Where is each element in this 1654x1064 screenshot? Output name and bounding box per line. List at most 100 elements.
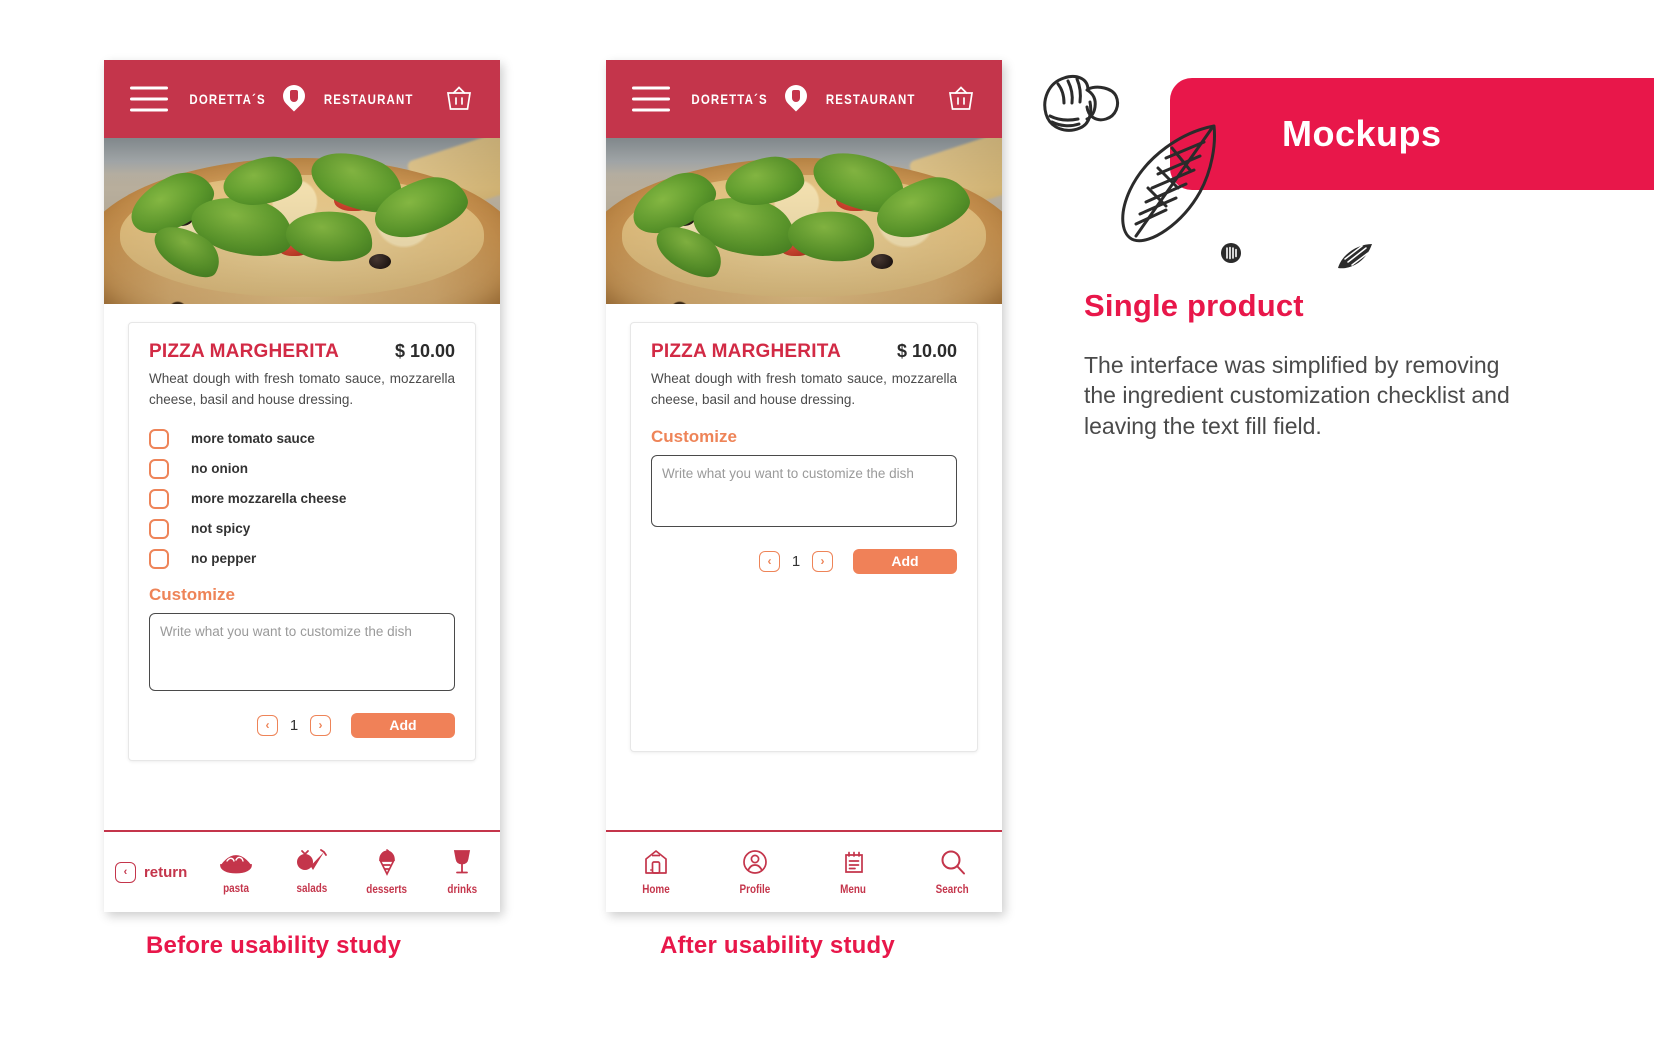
- app-header-after: DORETTA´S RESTAURANT: [606, 60, 1002, 138]
- seed-sketch-icon: [1218, 240, 1244, 271]
- customize-input[interactable]: Write what you want to customize the dis…: [651, 454, 957, 527]
- option-checkbox[interactable]: [149, 518, 169, 539]
- quantity-increment-button[interactable]: ›: [310, 714, 331, 736]
- hamburger-menu-icon[interactable]: [632, 86, 670, 112]
- tomato-carrot-icon: [294, 849, 328, 880]
- option-checkbox[interactable]: [149, 458, 169, 479]
- quantity-and-add-row: ‹ 1 › Add: [651, 548, 957, 574]
- phone-mockup-after: DORETTA´S RESTAURANT PIZZA MARGHERITA $ …: [606, 60, 1002, 912]
- nav-item-menu[interactable]: Menu: [804, 848, 903, 896]
- nav-label-menu: Menu: [840, 884, 867, 896]
- quantity-value: 1: [289, 716, 299, 734]
- brand-name-left: DORETTA´S: [189, 91, 266, 107]
- product-hero-image: [606, 138, 1002, 304]
- mockup-presentation-slide: DORETTA´S RESTAURANT PIZZA MARGHERITA $ …: [0, 0, 1654, 1064]
- notepad-menu-icon: [840, 848, 868, 881]
- hamburger-bar: [632, 97, 670, 101]
- user-circle-icon: [741, 848, 769, 881]
- quantity-decrement-button[interactable]: ‹: [759, 550, 780, 572]
- nav-item-desserts[interactable]: desserts: [349, 848, 424, 896]
- ice-cream-cone-icon: [374, 848, 400, 881]
- option-checkbox[interactable]: [149, 428, 169, 449]
- product-body-before: PIZZA MARGHERITA $ 10.00 Wheat dough wit…: [104, 322, 500, 761]
- nav-item-drinks[interactable]: drinks: [425, 848, 500, 896]
- option-row[interactable]: more mozzarella cheese: [149, 488, 455, 509]
- quantity-value: 1: [791, 552, 801, 570]
- option-label: no pepper: [191, 551, 257, 567]
- option-label: more mozzarella cheese: [191, 491, 347, 507]
- hamburger-bar: [632, 86, 670, 90]
- product-card-before: PIZZA MARGHERITA $ 10.00 Wheat dough wit…: [128, 322, 476, 761]
- product-hero-image: [104, 138, 500, 304]
- hamburger-menu-icon[interactable]: [130, 86, 168, 112]
- chevron-left-icon[interactable]: ‹: [114, 861, 136, 883]
- house-icon: [642, 848, 670, 881]
- add-to-cart-button[interactable]: Add: [351, 712, 455, 738]
- shopping-basket-icon[interactable]: [444, 84, 474, 114]
- option-label: no onion: [191, 461, 248, 477]
- panel-section-body: The interface was simplified by removing…: [1084, 352, 1510, 439]
- nav-label-home: Home: [641, 884, 670, 896]
- customize-title: Customize: [149, 584, 235, 604]
- option-row[interactable]: no pepper: [149, 548, 455, 569]
- hamburger-bar: [130, 86, 168, 90]
- product-description: Wheat dough with fresh tomato sauce, moz…: [149, 371, 455, 407]
- panel-section-title: Single product: [1084, 288, 1304, 323]
- nav-label-pasta: pasta: [223, 883, 249, 895]
- bottom-nav-before: ‹ return pasta salads desserts drinks: [104, 830, 500, 912]
- pizza-drop-logo-icon: [780, 80, 812, 113]
- option-row[interactable]: no onion: [149, 458, 455, 479]
- product-name: PIZZA MARGHERITA: [651, 341, 842, 362]
- option-checkbox[interactable]: [149, 488, 169, 509]
- nav-item-return[interactable]: ‹ return: [104, 861, 198, 883]
- quantity-increment-button[interactable]: ›: [812, 550, 833, 572]
- nav-item-pasta[interactable]: pasta: [198, 849, 273, 895]
- ingredient-options-list: more tomato sauce no onion more mozzarel…: [149, 428, 455, 569]
- brand-logo: DORETTA´S RESTAURANT: [683, 80, 926, 113]
- nav-item-profile[interactable]: Profile: [705, 848, 804, 896]
- brand-name-left: DORETTA´S: [691, 91, 768, 107]
- product-heading-row: PIZZA MARGHERITA $ 10.00: [149, 341, 455, 363]
- customize-title: Customize: [651, 426, 737, 446]
- option-row[interactable]: not spicy: [149, 518, 455, 539]
- product-card-after: PIZZA MARGHERITA $ 10.00 Wheat dough wit…: [630, 322, 978, 752]
- seed-sketch-icon: [1334, 240, 1376, 279]
- nav-label-desserts: desserts: [366, 884, 408, 896]
- customize-input[interactable]: Write what you want to customize the dis…: [149, 612, 455, 691]
- brand-name-right: RESTAURANT: [323, 91, 414, 107]
- product-heading-row: PIZZA MARGHERITA $ 10.00: [651, 341, 957, 363]
- option-row[interactable]: more tomato sauce: [149, 428, 455, 449]
- nav-label-profile: Profile: [739, 884, 770, 896]
- brand-logo: DORETTA´S RESTAURANT: [181, 80, 424, 113]
- wine-glass-icon: [450, 848, 474, 881]
- nav-return-label: return: [143, 863, 188, 881]
- nav-label-search: Search: [935, 884, 969, 896]
- nav-item-salads[interactable]: salads: [274, 849, 349, 895]
- caption-after-usability-study: After usability study: [660, 932, 895, 959]
- nav-item-home[interactable]: Home: [606, 848, 705, 896]
- product-price: $ 10.00: [896, 341, 957, 361]
- phone-mockup-before: DORETTA´S RESTAURANT PIZZA MARGHERITA $ …: [104, 60, 500, 912]
- product-name: PIZZA MARGHERITA: [149, 341, 340, 362]
- product-body-after: PIZZA MARGHERITA $ 10.00 Wheat dough wit…: [606, 322, 1002, 752]
- option-checkbox[interactable]: [149, 548, 169, 569]
- caption-before-usability-study: Before usability study: [146, 932, 402, 959]
- option-label: not spicy: [191, 521, 251, 537]
- pizza-drop-logo-icon: [278, 80, 310, 113]
- product-description: Wheat dough with fresh tomato sauce, moz…: [651, 371, 957, 407]
- hamburger-bar: [130, 108, 168, 112]
- brand-name-right: RESTAURANT: [825, 91, 916, 107]
- ribbon-title: Mockups: [1282, 113, 1442, 154]
- product-price: $ 10.00: [394, 341, 455, 361]
- basil-leaf-sketch-icon: [1108, 118, 1226, 251]
- quantity-decrement-button[interactable]: ‹: [257, 714, 278, 736]
- nav-label-salads: salads: [296, 883, 327, 895]
- option-label: more tomato sauce: [191, 431, 315, 447]
- pasta-bowl-icon: [219, 849, 253, 880]
- add-to-cart-button[interactable]: Add: [853, 548, 957, 574]
- magnifier-icon: [939, 848, 967, 881]
- shopping-basket-icon[interactable]: [946, 84, 976, 114]
- nav-item-search[interactable]: Search: [903, 848, 1002, 896]
- hamburger-bar: [632, 108, 670, 112]
- hamburger-bar: [130, 97, 168, 101]
